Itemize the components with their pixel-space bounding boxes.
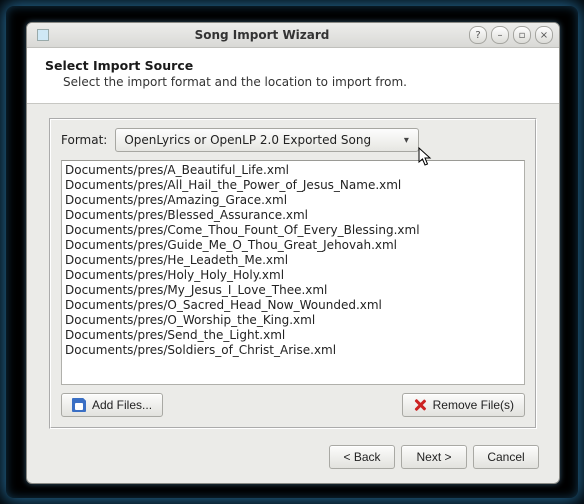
remove-files-label: Remove File(s) (433, 398, 514, 412)
format-combo[interactable]: OpenLyrics or OpenLP 2.0 Exported Song ▾ (115, 128, 419, 152)
add-files-label: Add Files... (92, 398, 152, 412)
list-item[interactable]: Documents/pres/O_Sacred_Head_Now_Wounded… (64, 298, 525, 313)
cancel-button[interactable]: Cancel (473, 445, 539, 469)
maximize-button[interactable]: ▫ (513, 26, 531, 44)
wizard-footer: < Back Next > Cancel (27, 437, 559, 483)
remove-icon (413, 398, 427, 412)
add-files-button[interactable]: Add Files... (61, 393, 163, 417)
format-combo-value: OpenLyrics or OpenLP 2.0 Exported Song (124, 133, 398, 147)
list-item[interactable]: Documents/pres/My_Jesus_I_Love_Thee.xml (64, 283, 525, 298)
list-item[interactable]: Documents/pres/A_Beautiful_Life.xml (64, 163, 525, 178)
wizard-window: Song Import Wizard ? – ▫ × Select Import… (26, 22, 560, 484)
wizard-header: Select Import Source Select the import f… (27, 48, 559, 104)
back-button[interactable]: < Back (329, 445, 395, 469)
list-item[interactable]: Documents/pres/Holy_Holy_Holy.xml (64, 268, 525, 283)
list-item[interactable]: Documents/pres/Soldiers_of_Christ_Arise.… (64, 343, 525, 358)
window-title: Song Import Wizard (55, 28, 469, 42)
page-description: Select the import format and the locatio… (63, 75, 541, 89)
save-icon (72, 398, 86, 412)
list-item[interactable]: Documents/pres/O_Worship_the_King.xml (64, 313, 525, 328)
remove-files-button[interactable]: Remove File(s) (402, 393, 525, 417)
list-item[interactable]: Documents/pres/Amazing_Grace.xml (64, 193, 525, 208)
next-button[interactable]: Next > (401, 445, 467, 469)
import-frame: Format: OpenLyrics or OpenLP 2.0 Exporte… (49, 118, 537, 429)
help-button[interactable]: ? (469, 26, 487, 44)
page-heading: Select Import Source (45, 58, 541, 73)
minimize-button[interactable]: – (491, 26, 509, 44)
chevron-down-icon: ▾ (398, 135, 414, 146)
titlebar: Song Import Wizard ? – ▫ × (27, 23, 559, 48)
list-item[interactable]: Documents/pres/Guide_Me_O_Thou_Great_Jeh… (64, 238, 525, 253)
file-list[interactable]: Documents/pres/A_Beautiful_Life.xmlDocum… (61, 160, 525, 385)
list-item[interactable]: Documents/pres/All_Hail_the_Power_of_Jes… (64, 178, 525, 193)
close-button[interactable]: × (535, 26, 553, 44)
app-icon (35, 27, 51, 43)
list-item[interactable]: Documents/pres/Come_Thou_Fount_Of_Every_… (64, 223, 525, 238)
list-item[interactable]: Documents/pres/Blessed_Assurance.xml (64, 208, 525, 223)
list-item[interactable]: Documents/pres/Send_the_Light.xml (64, 328, 525, 343)
wizard-body: Format: OpenLyrics or OpenLP 2.0 Exporte… (27, 104, 559, 437)
list-item[interactable]: Documents/pres/He_Leadeth_Me.xml (64, 253, 525, 268)
format-label: Format: (61, 133, 107, 147)
